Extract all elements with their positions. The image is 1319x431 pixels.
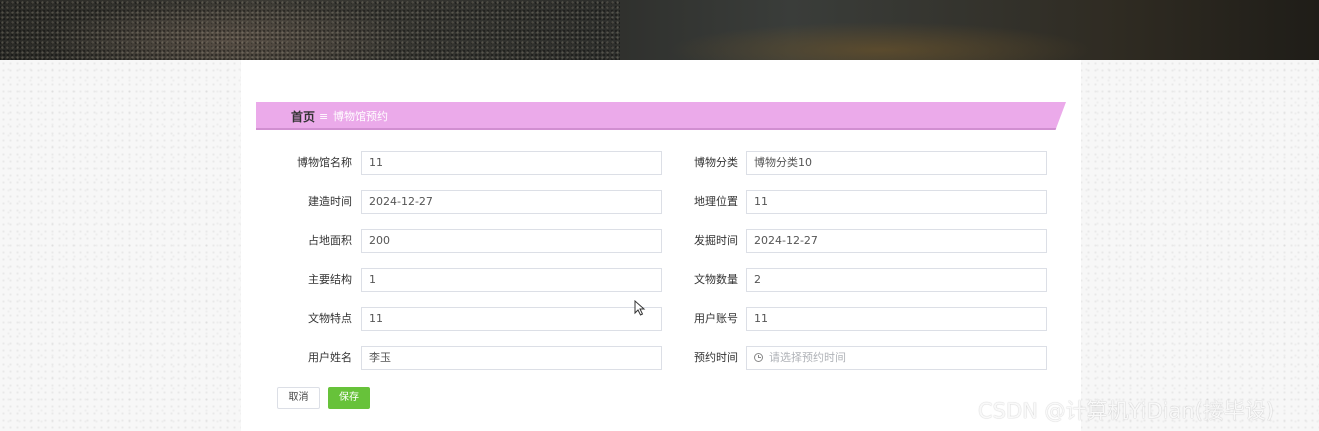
- museum-name-label: 博物馆名称: [297, 156, 352, 169]
- museum-category-input[interactable]: 博物分类10: [746, 151, 1047, 175]
- user-account-label: 用户账号: [694, 312, 738, 325]
- user-name-label: 用户姓名: [308, 351, 352, 364]
- museum-name-input[interactable]: 11: [361, 151, 662, 175]
- cancel-button[interactable]: 取消: [277, 387, 320, 409]
- appointment-time-label: 预约时间: [694, 351, 738, 364]
- museum-category-label: 博物分类: [694, 156, 738, 169]
- excavation-time-label: 发掘时间: [694, 234, 738, 247]
- main-structure-label: 主要结构: [308, 273, 352, 286]
- user-account-input[interactable]: 11: [746, 307, 1047, 331]
- relic-count-input[interactable]: 2: [746, 268, 1047, 292]
- appointment-time-placeholder: 请选择预约时间: [769, 351, 846, 364]
- breadcrumb-home-link[interactable]: 首页: [291, 110, 315, 124]
- csdn-watermark: CSDN @计算机YiDian(接毕设): [978, 399, 1275, 423]
- header-banner-image: [0, 0, 1319, 60]
- clock-icon: [754, 353, 763, 362]
- main-structure-input[interactable]: 1: [361, 268, 662, 292]
- breadcrumb-separator-icon: ≡: [319, 110, 329, 123]
- location-label: 地理位置: [694, 195, 738, 208]
- breadcrumb-current: 博物馆预约: [333, 110, 388, 123]
- location-input[interactable]: 11: [746, 190, 1047, 214]
- relic-count-label: 文物数量: [694, 273, 738, 286]
- user-name-input[interactable]: 李玉: [361, 346, 662, 370]
- save-button[interactable]: 保存: [328, 387, 370, 409]
- relic-feature-label: 文物特点: [308, 312, 352, 325]
- excavation-time-input[interactable]: 2024-12-27: [746, 229, 1047, 253]
- mouse-cursor-icon: [634, 300, 646, 316]
- area-label: 占地面积: [308, 234, 352, 247]
- build-time-input[interactable]: 2024-12-27: [361, 190, 662, 214]
- build-time-label: 建造时间: [308, 195, 352, 208]
- area-input[interactable]: 200: [361, 229, 662, 253]
- appointment-time-picker[interactable]: 请选择预约时间: [746, 346, 1047, 370]
- relic-feature-input[interactable]: 11: [361, 307, 662, 331]
